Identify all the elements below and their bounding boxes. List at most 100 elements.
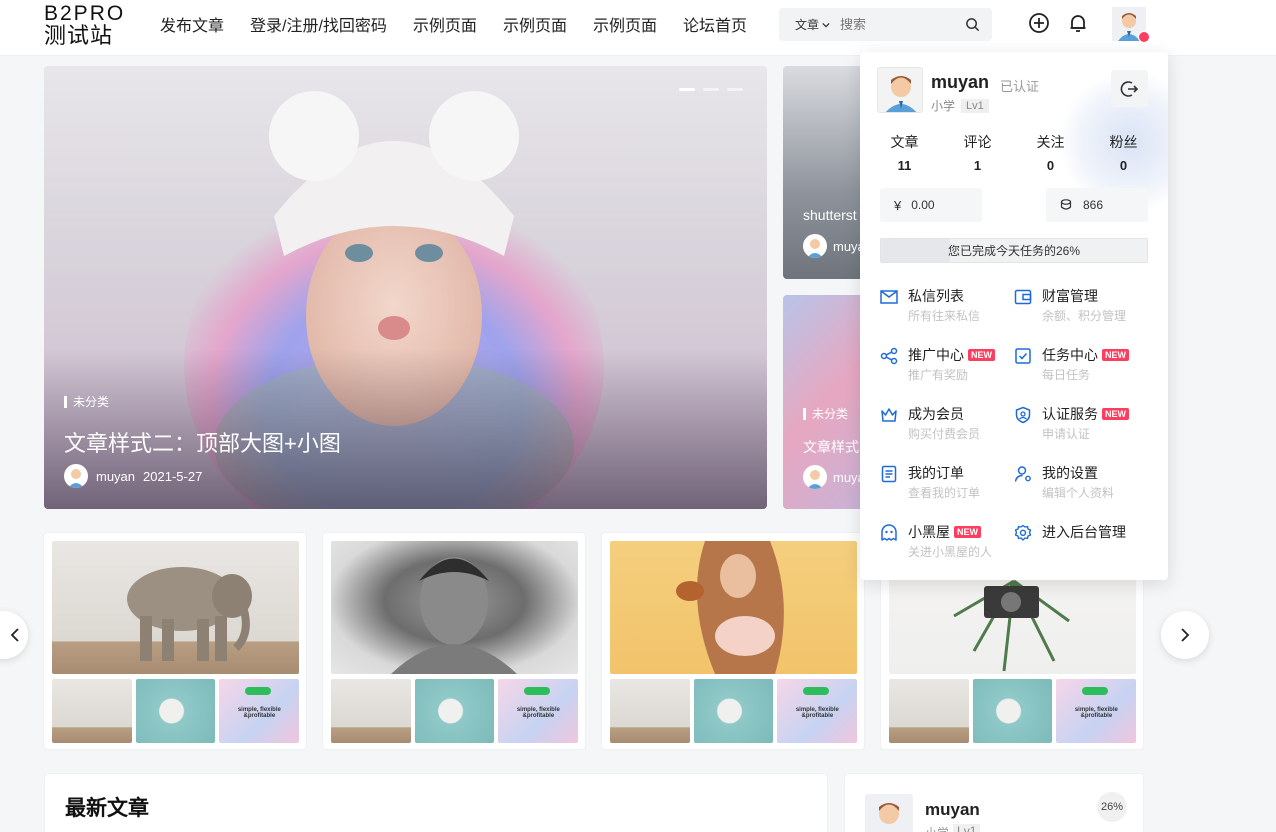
hero-author-avatar[interactable] [64, 464, 88, 488]
thumb-food[interactable] [693, 679, 774, 743]
user-card-progress: 26% [1097, 792, 1127, 822]
menu-item-messages[interactable]: 私信列表 所有往来私信 [880, 286, 1010, 326]
hero-title[interactable]: 文章样式二：顶部大图+小图 [64, 426, 341, 458]
menu-title: 财富管理 [1042, 288, 1098, 304]
carousel-prev-button[interactable] [0, 611, 28, 659]
slider-dot-2[interactable] [703, 88, 719, 91]
nav-item-login[interactable]: 登录/注册/找回密码 [250, 12, 387, 36]
hero-slide[interactable]: 未分类 文章样式二：顶部大图+小图 muyan 2021-5-27 [44, 66, 767, 509]
post-card-3[interactable]: simple, flexible &profitable [601, 532, 865, 750]
bell-icon[interactable] [1067, 12, 1089, 34]
stat-following[interactable]: 关注 0 [1014, 132, 1087, 173]
side-post-1-meta: muya [803, 234, 865, 258]
post-card-1[interactable]: simple, flexible &profitable [43, 532, 307, 750]
menu-item-blacklist[interactable]: 小黑屋 NEW 关进小黑屋的人 [880, 522, 1010, 562]
side-post-1-avatar[interactable] [803, 234, 827, 258]
side-post-2-category[interactable]: 未分类 [803, 408, 848, 420]
stat-comments[interactable]: 评论 1 [941, 132, 1014, 173]
logout-button[interactable] [1111, 70, 1148, 107]
nav-item-sample-1[interactable]: 示例页面 [413, 12, 477, 36]
logo-line1: B2PRO [44, 2, 126, 25]
search-input[interactable] [840, 17, 951, 32]
plus-circle-icon[interactable] [1028, 12, 1050, 34]
balance-box[interactable]: ¥ 0.00 [880, 188, 982, 222]
nav-item-sample-2[interactable]: 示例页面 [503, 12, 567, 36]
menu-title: 任务中心 [1042, 347, 1098, 363]
search-type-select[interactable]: 文章 [779, 16, 840, 33]
stat-label: 粉丝 [1109, 134, 1138, 150]
main-nav: 发布文章 登录/注册/找回密码 示例页面 示例页面 示例页面 论坛首页 [160, 0, 773, 48]
menu-subtitle: 每日任务 [1042, 368, 1091, 382]
credits-box[interactable]: 866 [1046, 188, 1148, 222]
menu-subtitle: 购买付费会员 [908, 427, 981, 441]
side-post-2-title[interactable]: 文章样式 [803, 437, 859, 457]
thumb-banner[interactable]: simple, flexible &profitable [777, 679, 858, 743]
share-icon [880, 347, 898, 365]
menu-title: 私信列表 [908, 288, 964, 304]
post-card-3-thumbs: simple, flexible &profitable [610, 679, 858, 743]
menu-item-membership[interactable]: 成为会员 购买付费会员 [880, 404, 1010, 444]
post-card-1-image[interactable] [52, 541, 299, 674]
user-card-name[interactable]: muyan [925, 800, 980, 820]
thumb-food[interactable] [414, 679, 495, 743]
thumb-food[interactable] [135, 679, 216, 743]
menu-title: 认证服务 [1042, 406, 1098, 422]
stat-label: 文章 [890, 134, 919, 150]
coins-icon [1060, 199, 1072, 210]
search-icon[interactable] [965, 17, 980, 32]
side-post-1[interactable]: shutterst muya [783, 66, 869, 279]
stat-followers[interactable]: 粉丝 0 [1087, 132, 1160, 173]
yuan-icon: ¥ [894, 197, 902, 213]
menu-item-orders[interactable]: 我的订单 查看我的订单 [880, 463, 1010, 503]
shield-icon [1015, 406, 1031, 424]
nav-item-publish[interactable]: 发布文章 [160, 12, 224, 36]
menu-subtitle: 申请认证 [1042, 427, 1091, 441]
site-logo[interactable]: B2PRO 测试站 [44, 3, 140, 47]
user-avatar[interactable] [1112, 7, 1150, 43]
logo-line2: 测试站 [44, 23, 114, 48]
thumb-banner[interactable]: simple, flexible &profitable [219, 679, 300, 743]
carousel-next-button[interactable] [1161, 611, 1209, 659]
menu-item-referral[interactable]: 推广中心 NEW 推广有奖励 [880, 345, 1010, 385]
new-badge: NEW [954, 526, 981, 538]
post-card-1-thumbs: simple, flexible &profitable [52, 679, 300, 743]
post-card-3-image[interactable] [610, 541, 857, 674]
hero-author[interactable]: muyan [96, 469, 135, 484]
nav-item-sample-3[interactable]: 示例页面 [593, 12, 657, 36]
post-card-2-image[interactable] [331, 541, 578, 674]
slider-dot-3[interactable] [727, 88, 743, 91]
thumb-banner[interactable]: simple, flexible &profitable [498, 679, 579, 743]
side-post-2[interactable]: 未分类 文章样式 muya [783, 295, 869, 509]
side-post-2-avatar[interactable] [803, 465, 827, 489]
menu-item-admin[interactable]: 进入后台管理 [1014, 522, 1144, 562]
menu-subtitle: 余额、积分管理 [1042, 309, 1127, 323]
post-card-2[interactable]: simple, flexible &profitable [322, 532, 586, 750]
user-card-level-name: 小学 [925, 824, 949, 832]
thumb-food[interactable] [972, 679, 1053, 743]
hero-category[interactable]: 未分类 [64, 396, 109, 408]
verified-badge [1138, 31, 1150, 43]
panel-username[interactable]: muyan [931, 72, 989, 93]
hero-meta: muyan 2021-5-27 [64, 464, 202, 488]
menu-item-tasks[interactable]: 任务中心 NEW 每日任务 [1014, 345, 1144, 385]
thumb-elephant[interactable] [889, 679, 969, 743]
side-post-1-title[interactable]: shutterst [803, 207, 857, 223]
thumb-elephant[interactable] [610, 679, 690, 743]
new-badge: NEW [968, 349, 995, 361]
nav-item-forum[interactable]: 论坛首页 [683, 12, 747, 36]
stat-posts[interactable]: 文章 11 [868, 132, 941, 173]
stat-value: 0 [1119, 158, 1128, 173]
thumb-banner[interactable]: simple, flexible &profitable [1056, 679, 1137, 743]
post-card-4-thumbs: simple, flexible &profitable [889, 679, 1137, 743]
thumb-elephant[interactable] [52, 679, 132, 743]
slider-dot-1[interactable] [679, 88, 695, 91]
wallet-icon [1014, 289, 1032, 305]
user-card-avatar[interactable] [865, 794, 913, 832]
menu-item-verification[interactable]: 认证服务 NEW 申请认证 [1014, 404, 1144, 444]
thumb-elephant[interactable] [331, 679, 411, 743]
credits-value: 866 [1083, 198, 1104, 212]
chevron-left-icon [10, 628, 19, 642]
menu-item-settings[interactable]: 我的设置 编辑个人资料 [1014, 463, 1144, 503]
menu-item-wealth[interactable]: 财富管理 余额、积分管理 [1014, 286, 1144, 326]
panel-avatar[interactable] [877, 67, 923, 113]
